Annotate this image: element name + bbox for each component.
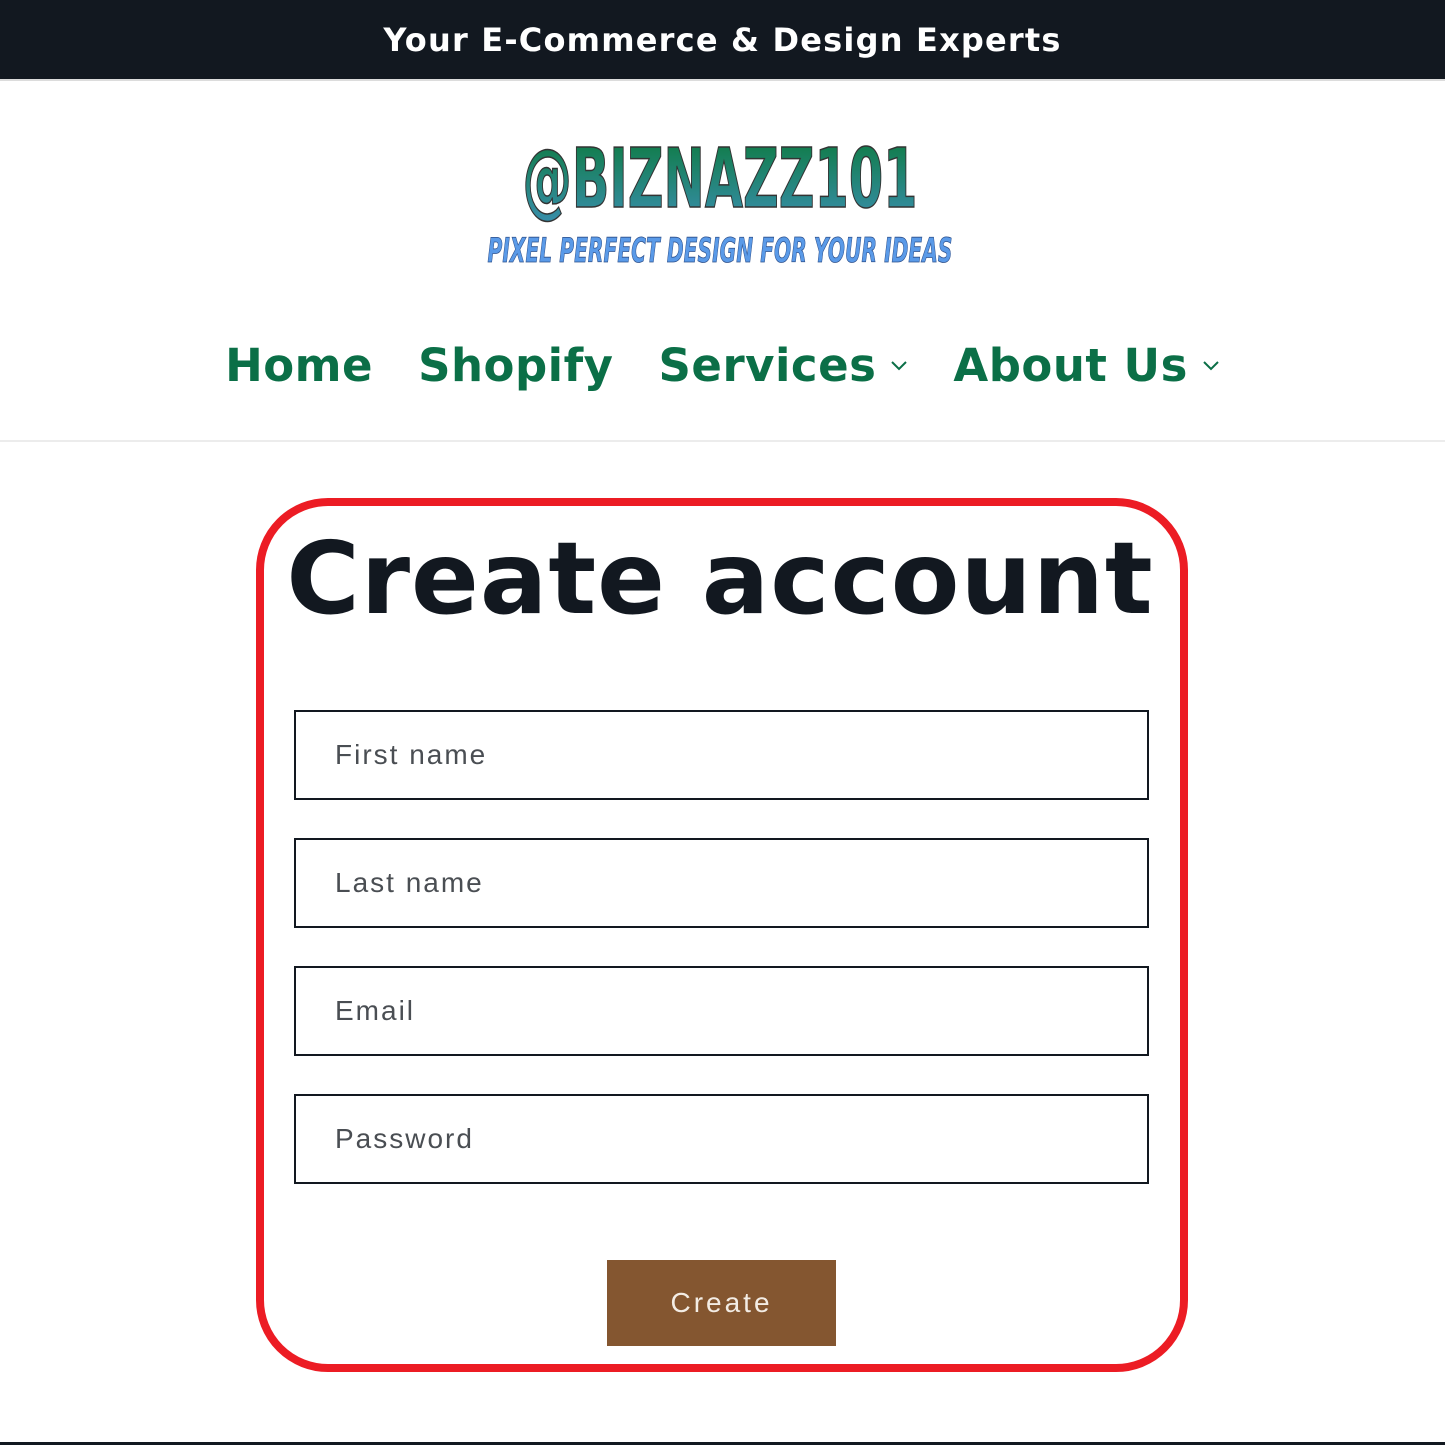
page-title: Create account bbox=[286, 520, 1154, 637]
email-field[interactable] bbox=[294, 966, 1149, 1056]
announcement-bar: Your E-Commerce & Design Experts bbox=[0, 0, 1445, 79]
create-button[interactable]: Create bbox=[607, 1260, 836, 1346]
nav-label: Services bbox=[658, 338, 877, 392]
last-name-field[interactable] bbox=[294, 838, 1149, 928]
logo-image: @BIZNAZZ101 PIXEL PERFECT DESIGN FOR YOU… bbox=[487, 131, 953, 271]
nav-divider bbox=[0, 440, 1445, 442]
announcement-text: Your E-Commerce & Design Experts bbox=[383, 20, 1062, 59]
password-field[interactable] bbox=[294, 1094, 1149, 1184]
nav-label: Shopify bbox=[418, 338, 614, 392]
last-name-input[interactable] bbox=[296, 840, 1147, 926]
nav-item-home[interactable]: Home bbox=[225, 339, 373, 392]
nav-item-services[interactable]: Services bbox=[659, 339, 909, 392]
logo-tagline: PIXEL PERFECT DESIGN FOR YOUR IDEAS bbox=[488, 231, 953, 271]
chevron-down-icon bbox=[1203, 361, 1219, 371]
nav-label: Home bbox=[225, 338, 374, 392]
header-divider bbox=[0, 79, 1445, 81]
chevron-down-icon bbox=[891, 361, 908, 371]
site-logo[interactable]: @BIZNAZZ101 PIXEL PERFECT DESIGN FOR YOU… bbox=[470, 112, 970, 277]
first-name-input[interactable] bbox=[296, 712, 1147, 798]
email-input[interactable] bbox=[296, 968, 1147, 1054]
nav-item-shopify[interactable]: Shopify bbox=[418, 339, 613, 392]
first-name-field[interactable] bbox=[294, 710, 1149, 800]
logo-title: @BIZNAZZ101 bbox=[523, 132, 918, 227]
password-input[interactable] bbox=[296, 1096, 1147, 1182]
nav-label: About Us bbox=[953, 338, 1188, 392]
nav-item-about-us[interactable]: About Us bbox=[953, 339, 1220, 392]
main-nav: Home Shopify Services About Us bbox=[0, 330, 1445, 400]
